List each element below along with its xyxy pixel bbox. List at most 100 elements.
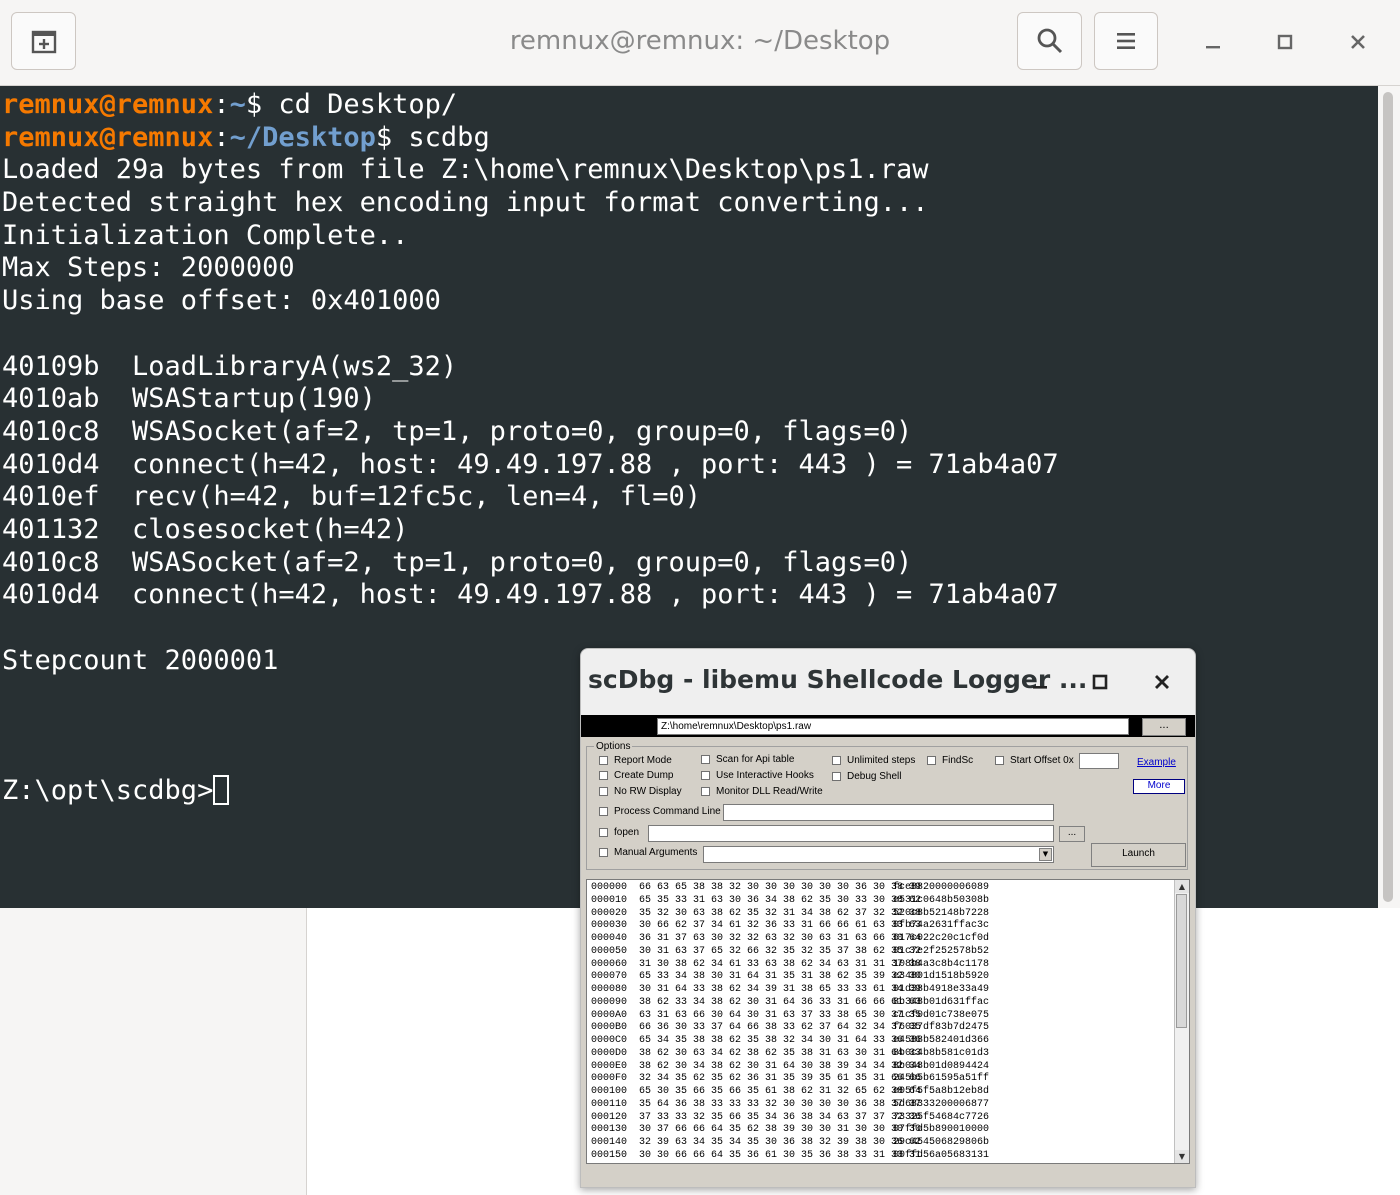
prompt-colon: :	[213, 121, 230, 153]
create-dump-label: Create Dump	[614, 770, 674, 781]
output-text: Initialization Complete..	[2, 219, 409, 251]
debug-shell-checkbox[interactable]: Debug Shell	[832, 771, 901, 782]
hex-bytes: 32 34 35 62 35 62 36 31 35 39 35 61 35 3…	[639, 1073, 922, 1085]
fopen-input[interactable]	[648, 825, 1054, 842]
start-offset-input[interactable]	[1079, 753, 1119, 769]
example-link[interactable]: Example	[1137, 757, 1176, 768]
menu-button[interactable]	[1094, 12, 1158, 70]
create-dump-checkbox[interactable]: Create Dump	[599, 770, 673, 781]
maximize-button[interactable]	[1267, 24, 1303, 60]
hex-offset: 000040	[591, 933, 628, 944]
hex-bytes: 36 31 37 63 30 32 32 63 32 30 63 31 63 6…	[639, 933, 922, 944]
hex-ascii: 07ffd5b890010000	[893, 1124, 990, 1136]
hex-ascii: 617c022c20c1cf0d	[893, 933, 990, 944]
command-text: $ cd Desktop/	[245, 89, 458, 120]
hex-bytes: 65 35 33 31 63 30 36 34 38 62 35 30 33 3…	[639, 894, 922, 906]
scdbg-close-button[interactable]	[1147, 667, 1177, 697]
maximize-icon	[1092, 674, 1108, 690]
report-mode-checkbox[interactable]: Report Mode	[599, 755, 672, 766]
more-button[interactable]: More	[1133, 779, 1185, 794]
process-cmd-line-input[interactable]	[723, 804, 1054, 821]
findsc-checkbox[interactable]: FindSc	[927, 755, 973, 766]
hex-row: 000080 30 31 64 33 38 62 34 39 31 38 65 3…	[591, 984, 989, 997]
hex-row: 0000D0 38 62 30 63 34 62 38 62 35 38 31 6…	[591, 1048, 989, 1061]
minimize-button[interactable]	[1195, 24, 1231, 60]
hex-ascii: 520c8b52148b7228	[893, 907, 990, 919]
scrollbar-thumb[interactable]	[1383, 92, 1393, 902]
hex-bytes: 38 62 33 34 38 62 30 31 64 36 33 31 66 6…	[639, 996, 922, 1008]
hex-scroll-thumb[interactable]	[1176, 894, 1187, 1028]
manual-args-checkbox[interactable]: Manual Arguments	[599, 847, 697, 858]
scdbg-window: scDbg - libemu Shellcode Logger ... Z:\h…	[580, 648, 1196, 1188]
search-button[interactable]	[1017, 12, 1082, 70]
hex-ascii: 8b048b01d0894424	[893, 1060, 990, 1072]
hex-bytes: 65 30 35 66 35 66 35 61 38 62 31 32 65 6…	[639, 1086, 922, 1097]
output-text: 401132 closesocket(h=42)	[2, 513, 409, 545]
hex-ascii: f6037df83b7d2475	[893, 1022, 990, 1034]
hex-row: 000120 37 33 33 32 35 66 35 34 36 38 34 6…	[591, 1112, 989, 1125]
hex-offset: 000100	[591, 1086, 628, 1097]
hex-row: 000010 65 35 33 31 63 30 36 34 38 62 35 3…	[591, 895, 989, 908]
terminal-headerbar: remnux@remnux: ~/Desktop	[0, 0, 1400, 86]
hex-row: 0000B0 66 36 30 33 37 64 66 38 33 62 37 6…	[591, 1022, 989, 1035]
close-button[interactable]	[1340, 24, 1376, 60]
hex-ascii: 01d38b4918e33a49	[893, 984, 990, 995]
terminal-line: Initialization Complete..	[2, 220, 1059, 253]
manual-args-label: Manual Arguments	[614, 847, 698, 858]
hex-dump-view[interactable]: 000000 66 63 65 38 38 32 30 30 30 30 30 3…	[586, 879, 1190, 1164]
hex-offset: 000080	[591, 984, 628, 995]
options-label: Options	[594, 741, 633, 752]
monitor-dll-checkbox[interactable]: Monitor DLL Read/Write	[701, 786, 823, 797]
hex-dump-scrollbar[interactable]: ▲ ▼	[1174, 880, 1189, 1163]
scdbg-window-title: scDbg - libemu Shellcode Logger ...	[588, 665, 1088, 694]
hex-ascii: e05f5f5a8b12eb8d	[893, 1086, 990, 1097]
prompt-user: remnux@remnux	[2, 121, 214, 153]
scdbg-minimize-button[interactable]	[1025, 667, 1055, 697]
terminal-line: 4010ab WSAStartup(190)	[2, 383, 1059, 416]
prompt-colon: :	[213, 89, 230, 120]
terminal-line: Max Steps: 2000000	[2, 252, 1059, 285]
launch-button[interactable]: Launch	[1091, 843, 1186, 867]
output-text: Detected straight hex encoding input for…	[2, 187, 929, 219]
no-rw-display-label: No RW Display	[614, 786, 682, 797]
command-text: $ scdbg	[375, 121, 490, 153]
unlimited-steps-checkbox[interactable]: Unlimited steps	[832, 755, 915, 766]
fopen-browse-button[interactable]: ...	[1059, 826, 1085, 842]
file-path-input[interactable]: Z:\home\remnux\Desktop\ps1.raw	[657, 718, 1129, 735]
scdbg-maximize-button[interactable]	[1085, 667, 1115, 697]
hex-row: 000130 30 37 66 66 64 35 62 38 39 30 30 3…	[591, 1124, 989, 1137]
scroll-down-icon[interactable]: ▼	[1175, 1150, 1189, 1163]
terminal-scrollbar[interactable]	[1378, 86, 1400, 908]
hex-bytes: 30 66 62 37 34 61 32 36 33 31 66 66 61 6…	[639, 920, 922, 932]
terminal-line: remnux@remnux:~$ cd Desktop/	[2, 89, 1059, 122]
hex-ascii: 5d68333200006877	[893, 1098, 990, 1110]
text-cursor	[213, 775, 230, 806]
start-offset-checkbox[interactable]: Start Offset 0x	[995, 755, 1074, 766]
hex-row: 000140 32 39 63 34 35 34 35 30 36 38 32 3…	[591, 1137, 989, 1150]
manual-args-select[interactable]: ▼	[703, 846, 1054, 863]
hex-offset: 000150	[591, 1149, 628, 1161]
process-cmd-line-checkbox[interactable]: Process Command Line	[599, 806, 721, 817]
scan-api-table-checkbox[interactable]: Scan for Api table	[701, 754, 794, 765]
hex-offset: 000020	[591, 907, 628, 919]
fopen-checkbox[interactable]: fopen	[599, 827, 639, 838]
minimize-icon	[1033, 686, 1047, 689]
hex-bytes: 35 64 36 38 33 33 33 32 30 30 30 30 36 3…	[639, 1098, 922, 1110]
output-text: Loaded 29a bytes from file Z:\home\remnu…	[2, 154, 929, 186]
hex-ascii: 00ffd56a05683131	[893, 1149, 990, 1161]
hex-offset: 000000	[591, 882, 628, 893]
interactive-hooks-checkbox[interactable]: Use Interactive Hooks	[701, 770, 814, 781]
hex-row: 000150 30 30 66 66 64 35 36 61 30 35 36 3…	[591, 1150, 989, 1163]
hex-bytes: 38 62 30 63 34 62 38 62 35 38 31 63 30 3…	[639, 1047, 922, 1059]
hex-offset: 000090	[591, 996, 628, 1008]
chevron-down-icon[interactable]: ▼	[1039, 848, 1052, 861]
hex-row: 000070 65 33 34 38 30 31 64 31 35 31 38 6…	[591, 971, 989, 984]
scroll-up-icon[interactable]: ▲	[1175, 880, 1189, 893]
no-rw-display-checkbox[interactable]: No RW Display	[599, 786, 682, 797]
terminal-line: Loaded 29a bytes from file Z:\home\remnu…	[2, 154, 1059, 187]
browse-file-button[interactable]: ...	[1142, 718, 1186, 736]
monitor-dll-label: Monitor DLL Read/Write	[716, 786, 823, 797]
hex-ascii: 0fb74a2631ffac3c	[893, 920, 990, 932]
hex-row: 0000F0 32 34 35 62 35 62 36 31 35 39 35 6…	[591, 1073, 989, 1086]
hex-ascii: 01c7e2f252578b52	[893, 945, 990, 957]
